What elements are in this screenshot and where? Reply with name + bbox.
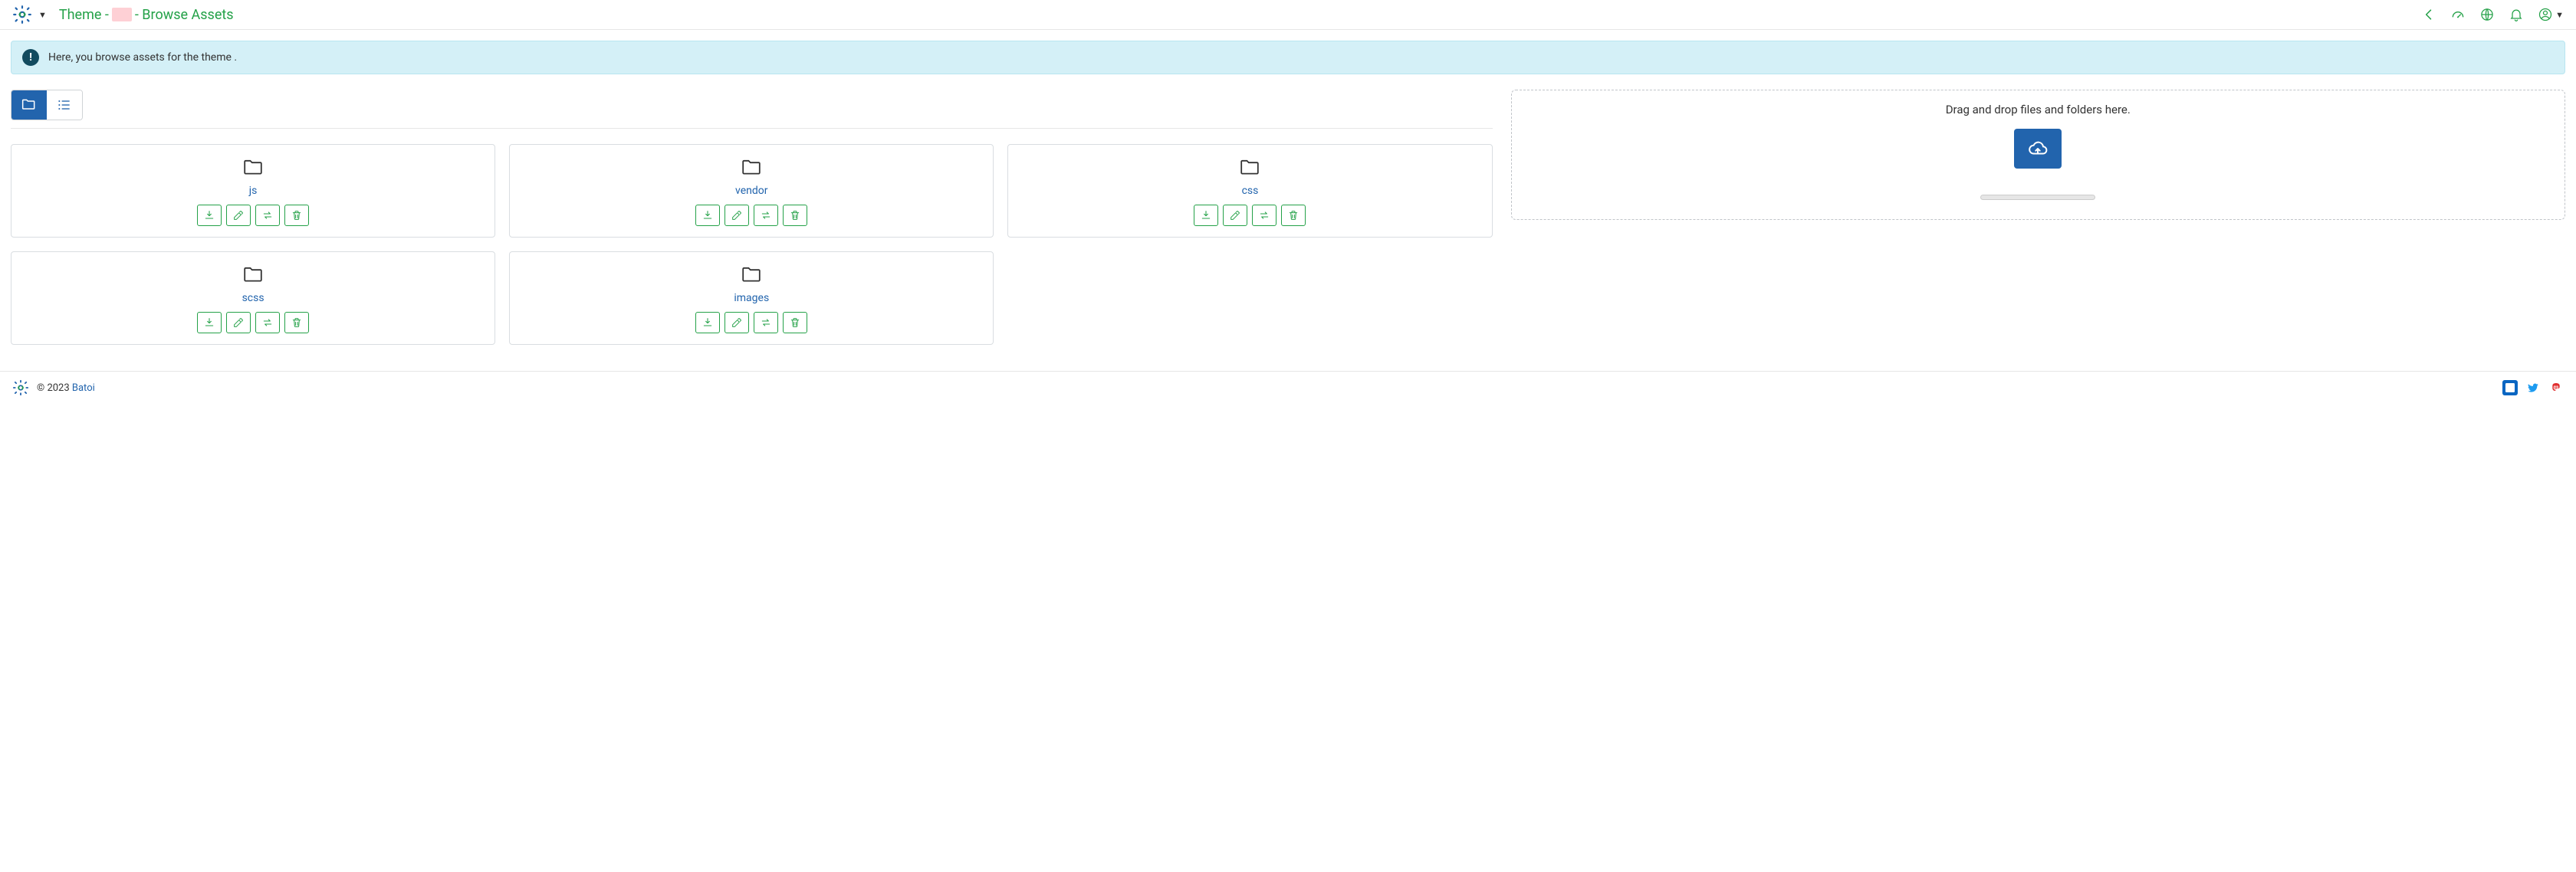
move-button[interactable] [255, 205, 280, 226]
footer-brand-link[interactable]: Batoi [72, 382, 95, 394]
topbar-left: ▼ Theme - - Browse Assets [12, 5, 234, 25]
folder-name-link[interactable]: css [1242, 185, 1259, 197]
edit-button[interactable] [1223, 205, 1247, 226]
list-view-button[interactable] [47, 90, 82, 120]
edit-button[interactable] [226, 205, 251, 226]
folder-name-link[interactable]: js [249, 185, 258, 197]
delete-button[interactable] [783, 205, 807, 226]
info-banner-text: Here, you browse assets for the theme . [48, 51, 237, 64]
folder-icon [519, 264, 984, 283]
folder-card: css [1007, 144, 1492, 238]
folder-actions [519, 312, 984, 333]
delete-button[interactable] [1281, 205, 1306, 226]
footer-copyright-prefix: © 2023 [37, 382, 72, 394]
footer-copyright: © 2023 Batoi [37, 382, 95, 394]
dropzone[interactable]: Drag and drop files and folders here. [1511, 90, 2565, 220]
grid-view-button[interactable] [12, 90, 47, 120]
linkedin-icon[interactable] [2502, 380, 2518, 395]
edit-button[interactable] [724, 312, 749, 333]
download-button[interactable] [1194, 205, 1218, 226]
dropzone-text: Drag and drop files and folders here. [1526, 103, 2551, 116]
folder-actions [1017, 205, 1482, 226]
folder-card: scss [11, 251, 495, 345]
mastodon-icon[interactable] [2548, 380, 2564, 395]
upload-progress [1980, 195, 2095, 200]
folder-icon [21, 157, 485, 175]
folder-icon [21, 264, 485, 283]
page-title-prefix: Theme - [59, 7, 109, 23]
folder-actions [21, 205, 485, 226]
footer: © 2023 Batoi [0, 371, 2576, 404]
delete-button[interactable] [783, 312, 807, 333]
globe-icon[interactable] [2479, 7, 2495, 22]
folder-card: vendor [509, 144, 994, 238]
footer-left: © 2023 Batoi [12, 379, 95, 396]
upload-panel: Drag and drop files and folders here. [1511, 90, 2565, 220]
back-button[interactable] [2421, 7, 2436, 22]
move-button[interactable] [255, 312, 280, 333]
folder-name-link[interactable]: scss [242, 292, 264, 304]
download-button[interactable] [695, 312, 720, 333]
view-toggle [11, 90, 83, 120]
user-menu-caret: ▼ [2555, 10, 2564, 20]
user-icon [2538, 7, 2553, 22]
folder-card: js [11, 144, 495, 238]
folder-icon [519, 157, 984, 175]
folder-name-link[interactable]: images [734, 292, 769, 304]
folder-card: images [509, 251, 994, 345]
edit-button[interactable] [226, 312, 251, 333]
topbar-right: ▼ [2421, 7, 2564, 22]
move-button[interactable] [1252, 205, 1276, 226]
info-icon: ! [22, 49, 39, 66]
asset-browser: js vendor css scss images [11, 90, 1493, 345]
footer-right [2502, 380, 2564, 395]
page-title-suffix: - Browse Assets [135, 7, 234, 23]
delete-button[interactable] [284, 205, 309, 226]
app-menu-caret[interactable]: ▼ [38, 10, 47, 20]
upload-button[interactable] [2014, 129, 2062, 169]
folder-actions [519, 205, 984, 226]
page-title: Theme - - Browse Assets [59, 7, 234, 23]
app-logo[interactable] [12, 5, 32, 25]
folder-icon [1017, 157, 1482, 175]
bell-icon[interactable] [2509, 7, 2524, 22]
download-button[interactable] [197, 312, 222, 333]
folder-name-link[interactable]: vendor [735, 185, 767, 197]
download-button[interactable] [197, 205, 222, 226]
move-button[interactable] [754, 205, 778, 226]
delete-button[interactable] [284, 312, 309, 333]
content-row: js vendor css scss images Drag and drop file… [11, 90, 2565, 345]
folder-actions [21, 312, 485, 333]
edit-button[interactable] [724, 205, 749, 226]
move-button[interactable] [754, 312, 778, 333]
user-menu[interactable]: ▼ [2538, 7, 2564, 22]
twitter-icon[interactable] [2525, 380, 2541, 395]
topbar: ▼ Theme - - Browse Assets ▼ [0, 0, 2576, 30]
download-button[interactable] [695, 205, 720, 226]
dashboard-icon[interactable] [2450, 7, 2466, 22]
folder-grid: js vendor css scss images [11, 144, 1493, 345]
footer-logo-icon [12, 379, 29, 396]
info-banner: ! Here, you browse assets for the theme … [11, 41, 2565, 74]
theme-name-redacted [112, 8, 132, 21]
main: ! Here, you browse assets for the theme … [0, 30, 2576, 356]
